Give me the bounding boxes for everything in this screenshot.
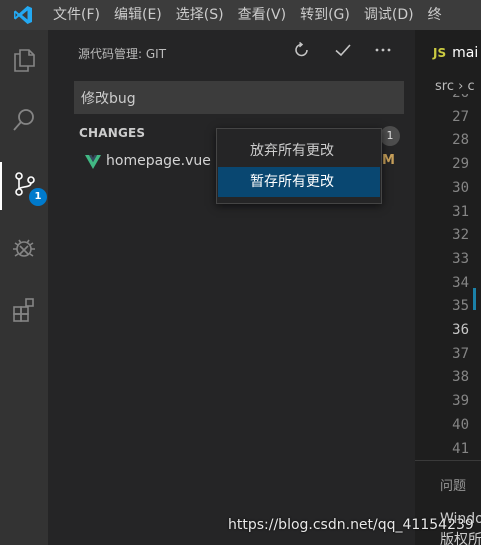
explorer-button[interactable] xyxy=(0,38,48,86)
source-control-sidebar: 源代码管理: GIT 修改bug CHANGES 1 homepage.vue … xyxy=(48,30,415,545)
line-number: 38 xyxy=(452,369,469,386)
line-number: 30 xyxy=(452,179,469,196)
line-number: 31 xyxy=(452,203,469,220)
sidebar-header: 源代码管理: GIT xyxy=(48,30,415,74)
line-number: 39 xyxy=(452,393,469,410)
line-number: 40 xyxy=(452,416,469,433)
file-name: homepage.vue xyxy=(106,153,211,169)
editor-tab-main[interactable]: JS mai xyxy=(415,30,481,76)
line-number: 27 xyxy=(452,108,469,125)
watermark-text: https://blog.csdn.net/qq_41154239 xyxy=(228,517,474,533)
commit-message-input[interactable] xyxy=(74,81,404,114)
menu-edit[interactable]: 编辑(E) xyxy=(107,0,169,30)
menu-go[interactable]: 转到(G) xyxy=(293,0,357,30)
bug-icon xyxy=(10,234,38,266)
files-icon xyxy=(10,46,38,78)
scm-badge: 1 xyxy=(29,188,47,206)
vscode-logo-icon[interactable] xyxy=(0,0,46,30)
source-control-button[interactable]: 1 xyxy=(0,162,48,210)
check-icon xyxy=(334,41,352,63)
menu-view[interactable]: 查看(V) xyxy=(231,0,294,30)
context-menu: 放弃所有更改 暂存所有更改 xyxy=(216,128,382,204)
activity-bar: 1 xyxy=(0,30,48,545)
modified-line-marker xyxy=(473,288,476,310)
line-number: 37 xyxy=(452,345,469,362)
extensions-button[interactable] xyxy=(0,288,48,336)
editor-area: JS mai src › c 26 27 28 29 30 31 32 33 34 35 36 37 3… xyxy=(415,30,481,460)
line-number: 29 xyxy=(452,156,469,173)
menu-terminal[interactable]: 终 xyxy=(421,0,449,30)
refresh-button[interactable] xyxy=(292,41,312,63)
breadcrumb[interactable]: src › c xyxy=(435,79,475,94)
file-status-badge: M xyxy=(382,153,395,168)
debug-button[interactable] xyxy=(0,226,48,274)
search-button[interactable] xyxy=(0,98,48,146)
line-number-gutter: 26 27 28 29 30 31 32 33 34 35 36 37 38 39 40 41 xyxy=(415,94,481,460)
extensions-icon xyxy=(10,296,38,328)
tab-label: mai xyxy=(452,45,479,61)
refresh-icon xyxy=(293,41,311,63)
line-number: 35 xyxy=(452,298,469,315)
menu-debug[interactable]: 调试(D) xyxy=(357,0,421,30)
line-number: 28 xyxy=(452,132,469,149)
commit-button[interactable] xyxy=(333,42,353,62)
stage-all-changes-item[interactable]: 暂存所有更改 xyxy=(218,167,380,197)
vue-file-icon xyxy=(84,153,102,175)
changes-count-badge: 1 xyxy=(380,126,400,146)
panel-tab-problems[interactable]: 问题 xyxy=(440,475,466,494)
line-number: 26 xyxy=(437,94,469,101)
more-actions-button[interactable] xyxy=(373,42,393,62)
search-icon xyxy=(10,106,38,138)
line-number: 36 xyxy=(452,322,469,338)
js-file-icon: JS xyxy=(433,46,447,60)
menu-bar: 文件(F) 编辑(E) 选择(S) 查看(V) 转到(G) 调试(D) 终 xyxy=(0,0,481,30)
line-number: 32 xyxy=(452,227,469,244)
line-number: 33 xyxy=(452,250,469,267)
changes-header[interactable]: CHANGES xyxy=(79,126,145,140)
line-number: 41 xyxy=(452,440,469,457)
menu-selection[interactable]: 选择(S) xyxy=(169,0,231,30)
editor-tab-bar: JS mai xyxy=(415,30,481,76)
discard-all-changes-item[interactable]: 放弃所有更改 xyxy=(218,136,380,166)
line-number: 34 xyxy=(452,274,469,291)
ellipsis-icon xyxy=(374,41,392,63)
sidebar-title: 源代码管理: GIT xyxy=(78,47,167,61)
menu-file[interactable]: 文件(F) xyxy=(46,0,107,30)
